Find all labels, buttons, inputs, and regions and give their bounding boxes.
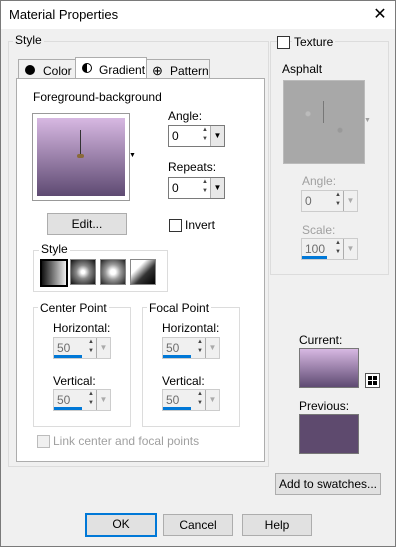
previous-label: Previous:: [299, 399, 350, 413]
window-title: Material Properties: [9, 7, 119, 22]
chevron-down-icon[interactable]: ▼: [210, 126, 224, 146]
texture-checkbox[interactable]: [277, 36, 290, 49]
ok-button[interactable]: OK: [85, 513, 157, 537]
center-horizontal-value: 50: [57, 341, 71, 355]
title-bar: Material Properties ✕: [1, 1, 395, 29]
chevron-down-icon: ▼: [343, 239, 357, 259]
chevron-down-icon: ▼: [205, 390, 219, 410]
texture-angle-stepper: 0 ▲ ▼ ▼: [301, 190, 358, 212]
texture-angle-value: 0: [305, 194, 312, 208]
chevron-down-icon: ▼: [96, 338, 110, 358]
previous-swatch[interactable]: [299, 414, 359, 454]
texture-label[interactable]: Texture: [292, 35, 336, 49]
angle-handle-base: [77, 154, 84, 158]
spin-arrows-icon: ▲ ▼: [335, 240, 341, 255]
angle-value: 0: [172, 129, 179, 143]
focal-horizontal-level: [163, 355, 191, 358]
chevron-down-icon[interactable]: ▼: [210, 178, 224, 198]
focal-vertical-value: 50: [166, 393, 180, 407]
spin-arrows-icon: ▲ ▼: [88, 391, 94, 406]
style-subgroup-label: Style: [39, 242, 70, 256]
focal-horizontal-label: Horizontal:: [162, 321, 220, 335]
center-horizontal-stepper: 50 ▲ ▼ ▼: [53, 337, 111, 359]
color-icon: [25, 65, 35, 75]
swap-icon[interactable]: [365, 373, 380, 388]
angle-label: Angle:: [168, 109, 203, 123]
invert-label[interactable]: Invert: [185, 218, 215, 232]
spin-arrows-icon: ▲ ▼: [197, 339, 203, 354]
spin-arrows-icon: ▲ ▼: [335, 192, 341, 207]
center-vertical-label: Vertical:: [53, 374, 96, 388]
gradient-preview[interactable]: [32, 113, 130, 201]
rectangular-style-icon[interactable]: [70, 259, 96, 285]
texture-scale-label: Scale:: [302, 223, 336, 237]
spin-arrows-icon[interactable]: ▲ ▼: [200, 126, 210, 146]
tab-color[interactable]: Color: [18, 59, 76, 80]
texture-scale-level: [302, 256, 327, 259]
texture-angle-label: Angle:: [302, 174, 337, 188]
focal-horizontal-value: 50: [166, 341, 180, 355]
pattern-icon: ⊕: [152, 63, 163, 78]
repeats-value: 0: [172, 181, 179, 195]
texture-dropdown-icon: ▼: [364, 117, 371, 124]
sunburst-style-icon[interactable]: [100, 259, 126, 285]
center-vertical-level: [54, 407, 82, 410]
angle-stepper[interactable]: 0 ▲ ▼ ▼: [168, 125, 225, 147]
focal-vertical-stepper: 50 ▲ ▼ ▼: [162, 389, 220, 411]
gradient-name: Foreground-background: [33, 90, 162, 104]
invert-checkbox[interactable]: [169, 219, 182, 232]
tab-gradient-label: Gradient: [99, 63, 146, 77]
chevron-down-icon: ▼: [343, 191, 357, 211]
tab-color-label: Color: [43, 64, 72, 78]
repeats-stepper[interactable]: 0 ▲ ▼ ▼: [168, 177, 225, 199]
add-to-swatches-button[interactable]: Add to swatches...: [275, 473, 381, 495]
help-button[interactable]: Help: [242, 514, 312, 536]
texture-name: Asphalt: [282, 62, 323, 76]
cancel-button[interactable]: Cancel: [163, 514, 233, 536]
spin-arrows-icon: ▲ ▼: [88, 339, 94, 354]
current-swatch[interactable]: [299, 348, 359, 388]
chevron-down-icon: ▼: [96, 390, 110, 410]
angle-handle[interactable]: [80, 130, 81, 156]
texture-scale-value: 100: [305, 242, 326, 256]
linear-style-icon[interactable]: [40, 259, 68, 287]
gradient-dropdown-icon[interactable]: ▼: [129, 152, 136, 159]
focal-vertical-label: Vertical:: [162, 374, 205, 388]
edit-button[interactable]: Edit...: [47, 213, 127, 235]
texture-angle-handle: [323, 101, 324, 123]
texture-preview: [283, 80, 365, 164]
tab-pattern[interactable]: ⊕ Pattern: [146, 59, 210, 80]
center-vertical-stepper: 50 ▲ ▼ ▼: [53, 389, 111, 411]
repeats-label: Repeats:: [168, 160, 217, 174]
style-group-label: Style: [13, 33, 44, 47]
spin-arrows-icon[interactable]: ▲ ▼: [200, 178, 210, 198]
spin-arrows-icon: ▲ ▼: [197, 391, 203, 406]
tab-gradient[interactable]: Gradient: [75, 57, 147, 80]
gradient-icon: [82, 63, 92, 73]
center-horizontal-label: Horizontal:: [53, 321, 111, 335]
current-label: Current:: [299, 333, 343, 347]
close-button[interactable]: ✕: [367, 4, 393, 26]
center-vertical-value: 50: [57, 393, 71, 407]
center-point-label: Center Point: [38, 301, 109, 315]
radial-style-icon[interactable]: [130, 259, 156, 285]
focal-point-label: Focal Point: [147, 301, 212, 315]
link-points-label: Link center and focal points: [53, 434, 200, 448]
chevron-down-icon: ▼: [205, 338, 219, 358]
center-horizontal-level: [54, 355, 82, 358]
focal-horizontal-stepper: 50 ▲ ▼ ▼: [162, 337, 220, 359]
link-points-checkbox: [37, 435, 50, 448]
focal-vertical-level: [163, 407, 191, 410]
tab-pattern-label: Pattern: [170, 64, 209, 78]
texture-scale-stepper: 100 ▲ ▼ ▼: [301, 238, 358, 260]
